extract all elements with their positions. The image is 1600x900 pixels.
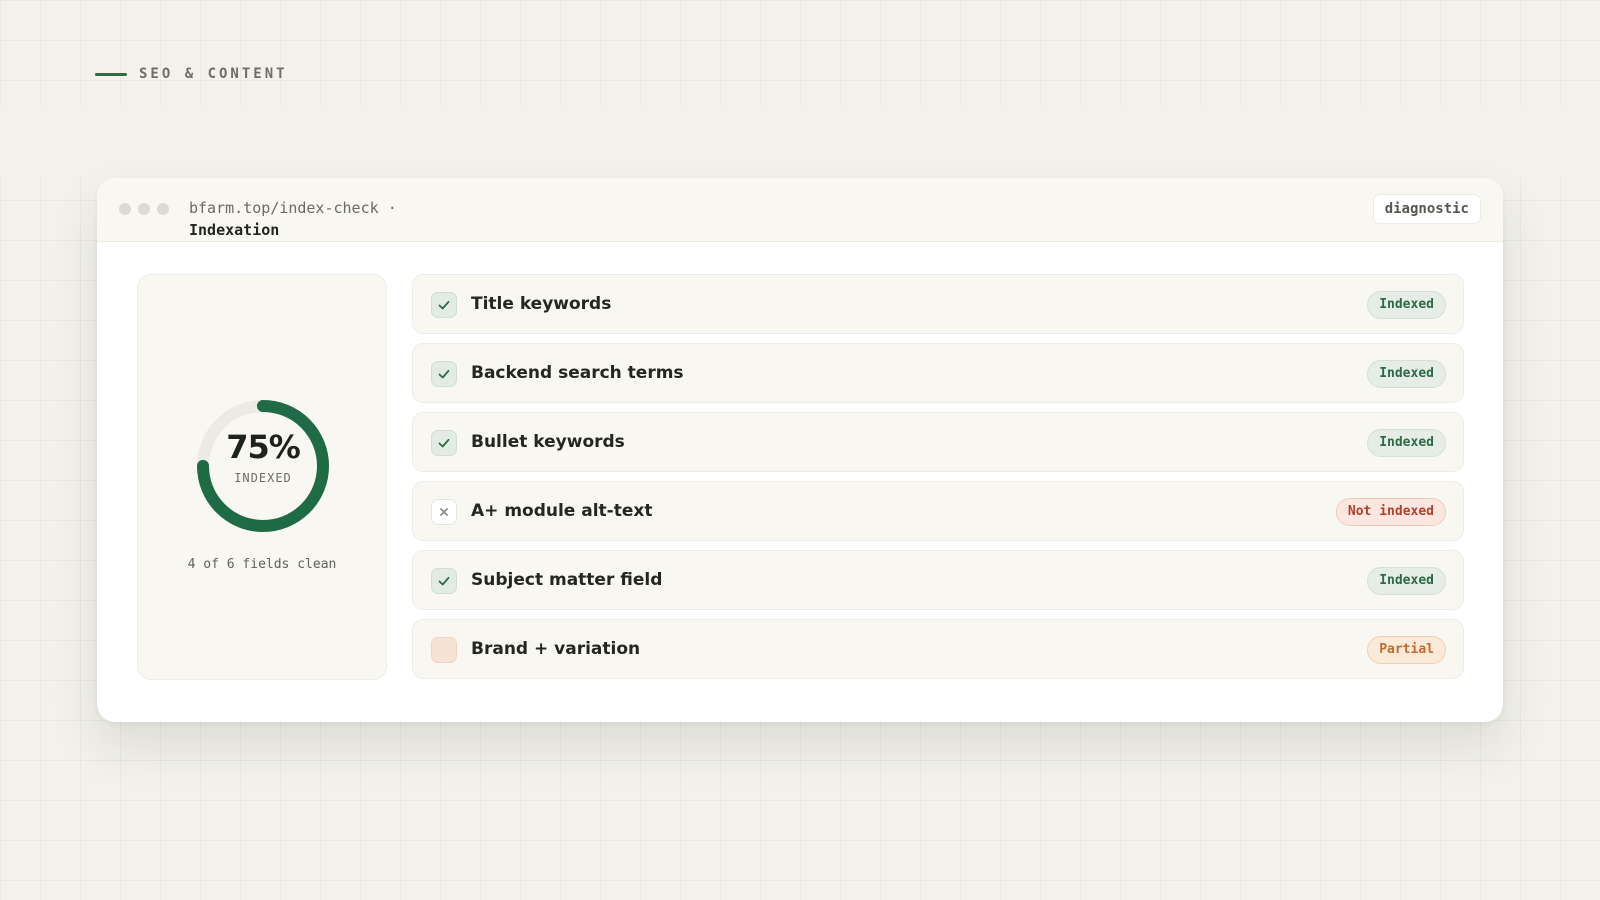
window-dot-maximize[interactable]	[157, 203, 169, 215]
score-label: INDEXED	[234, 471, 292, 485]
page-title: Indexation	[189, 221, 280, 239]
field-label: Brand + variation	[471, 639, 641, 659]
progress-ring	[197, 400, 329, 532]
window-titlebar: bfarm.top/index-check · Indexation diagn…	[97, 178, 1503, 242]
field-row[interactable]: Backend search terms Indexed	[412, 343, 1464, 403]
field-row[interactable]: A+ module alt-text Not indexed	[412, 481, 1464, 541]
field-status-badge: Indexed	[1367, 567, 1446, 595]
field-label: Backend search terms	[471, 363, 684, 383]
section-eyebrow: SEO & CONTENT	[95, 66, 288, 82]
field-row[interactable]: Title keywords Indexed	[412, 274, 1464, 334]
eyebrow-rule	[95, 72, 127, 76]
score-percent: 75%	[226, 428, 301, 466]
header-band	[0, 105, 1600, 177]
partial-icon	[431, 637, 457, 663]
field-status-badge: Indexed	[1367, 291, 1446, 319]
window-dot-close[interactable]	[119, 203, 131, 215]
eyebrow-label: SEO & CONTENT	[139, 66, 288, 82]
score-summary: 4 of 6 fields clean	[187, 557, 337, 572]
window-controls	[119, 203, 169, 215]
url-separator: ·	[387, 199, 397, 217]
field-status-badge: Partial	[1367, 636, 1446, 664]
field-row[interactable]: Bullet keywords Indexed	[412, 412, 1464, 472]
field-row[interactable]: Subject matter field Indexed	[412, 550, 1464, 610]
field-status-badge: Not indexed	[1335, 498, 1446, 526]
field-list: Title keywords Indexed Backend search te…	[412, 274, 1464, 688]
score-panel: 75% INDEXED 4 of 6 fields clean	[137, 274, 387, 680]
field-status-badge: Indexed	[1367, 360, 1446, 388]
check-icon	[431, 292, 457, 318]
field-status-badge: Indexed	[1367, 429, 1446, 457]
diagnostic-tag: diagnostic	[1372, 194, 1481, 224]
field-row[interactable]: Brand + variation Partial	[412, 619, 1464, 679]
check-icon	[431, 568, 457, 594]
check-icon	[431, 430, 457, 456]
field-label: Subject matter field	[471, 570, 663, 590]
indexation-card: bfarm.top/index-check · Indexation diagn…	[97, 178, 1503, 722]
url-text: bfarm.top/index-check	[189, 199, 379, 217]
window-url: bfarm.top/index-check ·	[189, 199, 397, 217]
field-label: Title keywords	[471, 294, 612, 314]
field-label: Bullet keywords	[471, 432, 625, 452]
window-dot-minimize[interactable]	[138, 203, 150, 215]
x-icon	[431, 499, 457, 525]
field-label: A+ module alt-text	[471, 501, 653, 521]
check-icon	[431, 361, 457, 387]
